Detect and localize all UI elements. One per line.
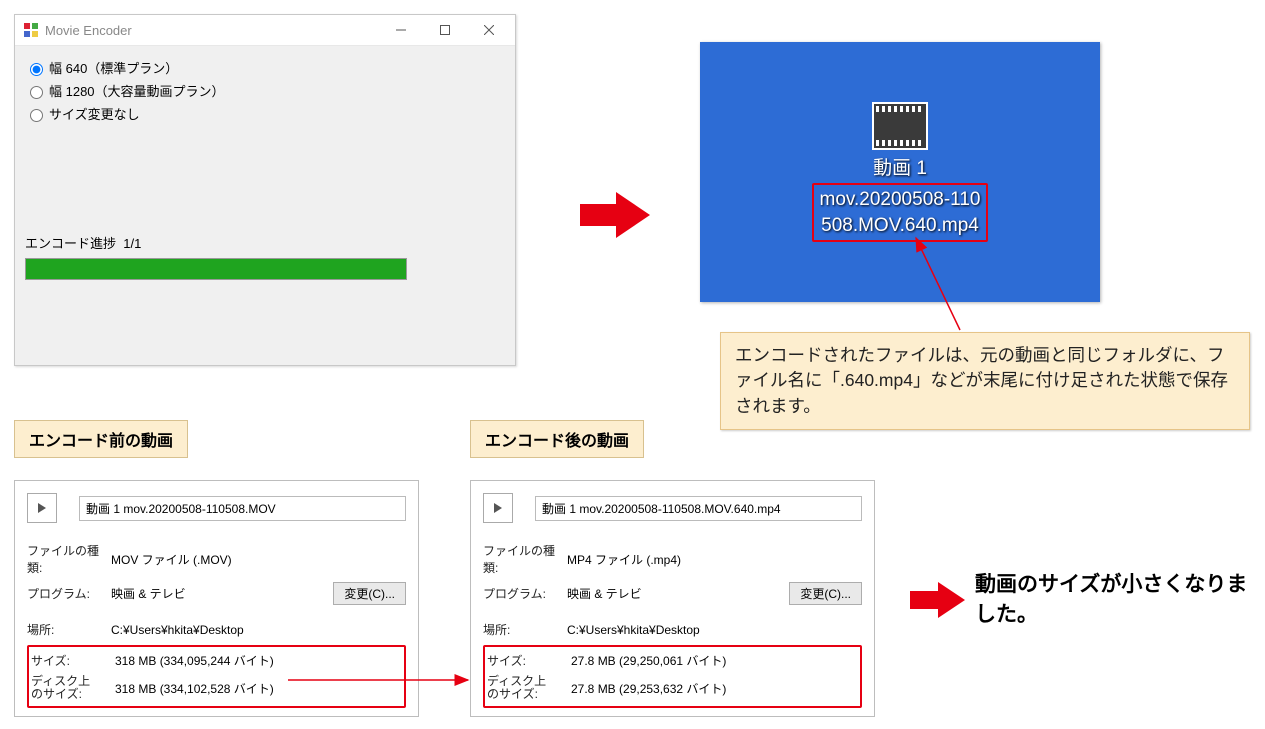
properties-before: 動画 1 mov.20200508-110508.MOV ファイルの種類:MOV… (14, 480, 419, 717)
label-disk: ディスク上 のサイズ: (31, 675, 115, 701)
label-disk: ディスク上 のサイズ: (487, 675, 571, 701)
minimize-button[interactable] (379, 16, 423, 44)
size-highlight-after: サイズ:27.8 MB (29,250,061 バイト) ディスク上 のサイズ:… (483, 645, 862, 708)
value-location: C:¥Users¥hkita¥Desktop (111, 623, 406, 637)
radio-noresize[interactable] (30, 109, 43, 122)
value-disk: 318 MB (334,102,528 バイト) (115, 680, 402, 697)
arrow-right-icon (910, 580, 965, 620)
app-icon (23, 22, 39, 38)
label-filetype: ファイルの種類: (483, 542, 567, 576)
label-size: サイズ: (31, 652, 115, 669)
value-disk: 27.8 MB (29,253,632 バイト) (571, 680, 858, 697)
change-button[interactable]: 変更(C)... (789, 582, 862, 605)
progress-bar (25, 258, 407, 280)
value-program: 映画 & テレビ (111, 585, 333, 602)
file-caption: 動画 1 (812, 156, 989, 182)
encoder-body: 幅 640（標準プラン） 幅 1280（大容量動画プラン） サイズ変更なし エン… (15, 46, 515, 288)
label-location: 場所: (483, 621, 567, 638)
label-filetype: ファイルの種類: (27, 542, 111, 576)
radio-1280[interactable] (30, 86, 43, 99)
option-1280[interactable]: 幅 1280（大容量動画プラン） (25, 81, 505, 100)
file-icon (27, 493, 57, 523)
desktop-thumbnail: 動画 1 mov.20200508-110508.MOV.640.mp4 (700, 42, 1100, 302)
value-filetype: MP4 ファイル (.mp4) (567, 551, 862, 568)
movie-encoder-window: Movie Encoder 幅 640（標準プラン） 幅 1280（大容量動画プ… (14, 14, 516, 366)
close-button[interactable] (467, 16, 511, 44)
option-noresize[interactable]: サイズ変更なし (25, 104, 505, 123)
radio-640[interactable] (30, 63, 43, 76)
titlebar[interactable]: Movie Encoder (15, 15, 515, 46)
value-filetype: MOV ファイル (.MOV) (111, 551, 406, 568)
label-program: プログラム: (27, 585, 111, 602)
window-title: Movie Encoder (45, 23, 132, 38)
result-text: 動画のサイズが小さくなりました。 (975, 570, 1265, 631)
option-1280-label: 幅 1280（大容量動画プラン） (49, 81, 225, 100)
value-program: 映画 & テレビ (567, 585, 789, 602)
file-name-input[interactable]: 動画 1 mov.20200508-110508.MOV.640.mp4 (535, 496, 862, 521)
video-file-icon[interactable] (872, 102, 928, 150)
arrow-right-icon (580, 190, 650, 240)
properties-after: 動画 1 mov.20200508-110508.MOV.640.mp4 ファイ… (470, 480, 875, 717)
file-name-input[interactable]: 動画 1 mov.20200508-110508.MOV (79, 496, 406, 521)
heading-after: エンコード後の動画 (470, 420, 644, 458)
value-location: C:¥Users¥hkita¥Desktop (567, 623, 862, 637)
heading-before: エンコード前の動画 (14, 420, 188, 458)
label-size: サイズ: (487, 652, 571, 669)
maximize-button[interactable] (423, 16, 467, 44)
label-program: プログラム: (483, 585, 567, 602)
progress-label: エンコード進捗 1/1 (25, 233, 505, 252)
change-button[interactable]: 変更(C)... (333, 582, 406, 605)
option-noresize-label: サイズ変更なし (49, 104, 140, 123)
value-size: 27.8 MB (29,250,061 バイト) (571, 652, 858, 669)
file-icon (483, 493, 513, 523)
callout-note: エンコードされたファイルは、元の動画と同じフォルダに、ファイル名に「.640.m… (720, 332, 1250, 430)
size-highlight-before: サイズ:318 MB (334,095,244 バイト) ディスク上 のサイズ:… (27, 645, 406, 708)
label-location: 場所: (27, 621, 111, 638)
value-size: 318 MB (334,095,244 バイト) (115, 652, 402, 669)
file-name-highlight: mov.20200508-110508.MOV.640.mp4 (812, 183, 989, 242)
option-640-label: 幅 640（標準プラン） (49, 58, 178, 77)
option-640[interactable]: 幅 640（標準プラン） (25, 58, 505, 77)
